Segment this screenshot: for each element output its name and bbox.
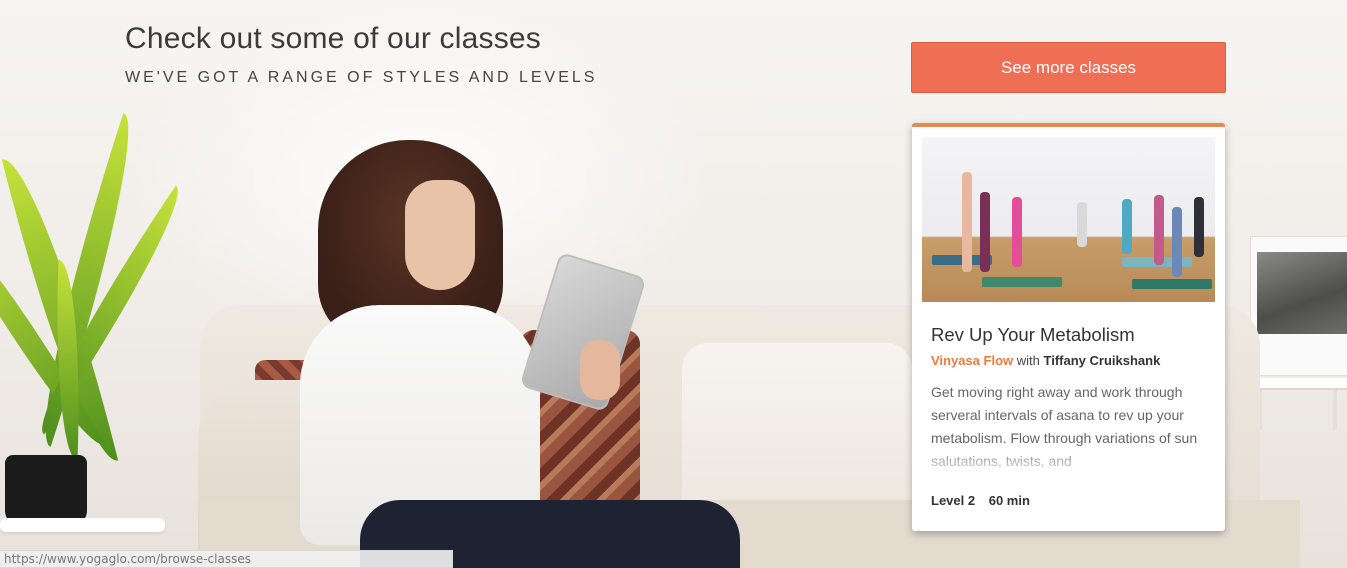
yogi-figure: [962, 172, 972, 272]
class-card[interactable]: Rev Up Your Metabolism Vinyasa Flow with…: [912, 123, 1225, 531]
yogi-figure: [1077, 202, 1087, 247]
side-table-leg: [1333, 390, 1337, 430]
wall-photo: [1257, 252, 1347, 334]
yogi-figure: [1194, 197, 1204, 257]
class-meta: Vinyasa Flow with Tiffany Cruikshank: [931, 353, 1160, 368]
yogi-figure: [1122, 199, 1132, 254]
class-details: Level 2 60 min: [931, 493, 1030, 508]
class-level: Level 2: [931, 493, 976, 508]
yogi-figure: [1012, 197, 1022, 267]
class-duration: 60 min: [988, 493, 1030, 508]
yoga-mat: [982, 277, 1062, 287]
yogi-figure: [1172, 207, 1182, 277]
plant-table: [0, 518, 165, 532]
with-label: with: [1016, 353, 1040, 368]
see-more-classes-button[interactable]: See more classes: [911, 42, 1226, 93]
side-table: [1252, 378, 1347, 390]
woman-hand: [580, 340, 620, 400]
teacher-link[interactable]: Tiffany Cruikshank: [1044, 353, 1161, 368]
page-subtitle: WE'VE GOT A RANGE OF STYLES AND LEVELS: [125, 69, 598, 86]
class-style-link[interactable]: Vinyasa Flow: [931, 353, 1013, 368]
class-thumbnail[interactable]: [922, 137, 1215, 302]
yoga-mat: [1132, 279, 1212, 289]
plant-pot: [5, 455, 87, 525]
woman-face: [405, 180, 475, 290]
link-status-bar: https://www.yogaglo.com/browse-classes: [0, 550, 453, 568]
yogi-figure: [980, 192, 990, 272]
class-title[interactable]: Rev Up Your Metabolism: [931, 324, 1135, 346]
page-title: Check out some of our classes: [125, 22, 541, 55]
yogi-figure: [1154, 195, 1164, 265]
description-fade: [912, 445, 1225, 477]
